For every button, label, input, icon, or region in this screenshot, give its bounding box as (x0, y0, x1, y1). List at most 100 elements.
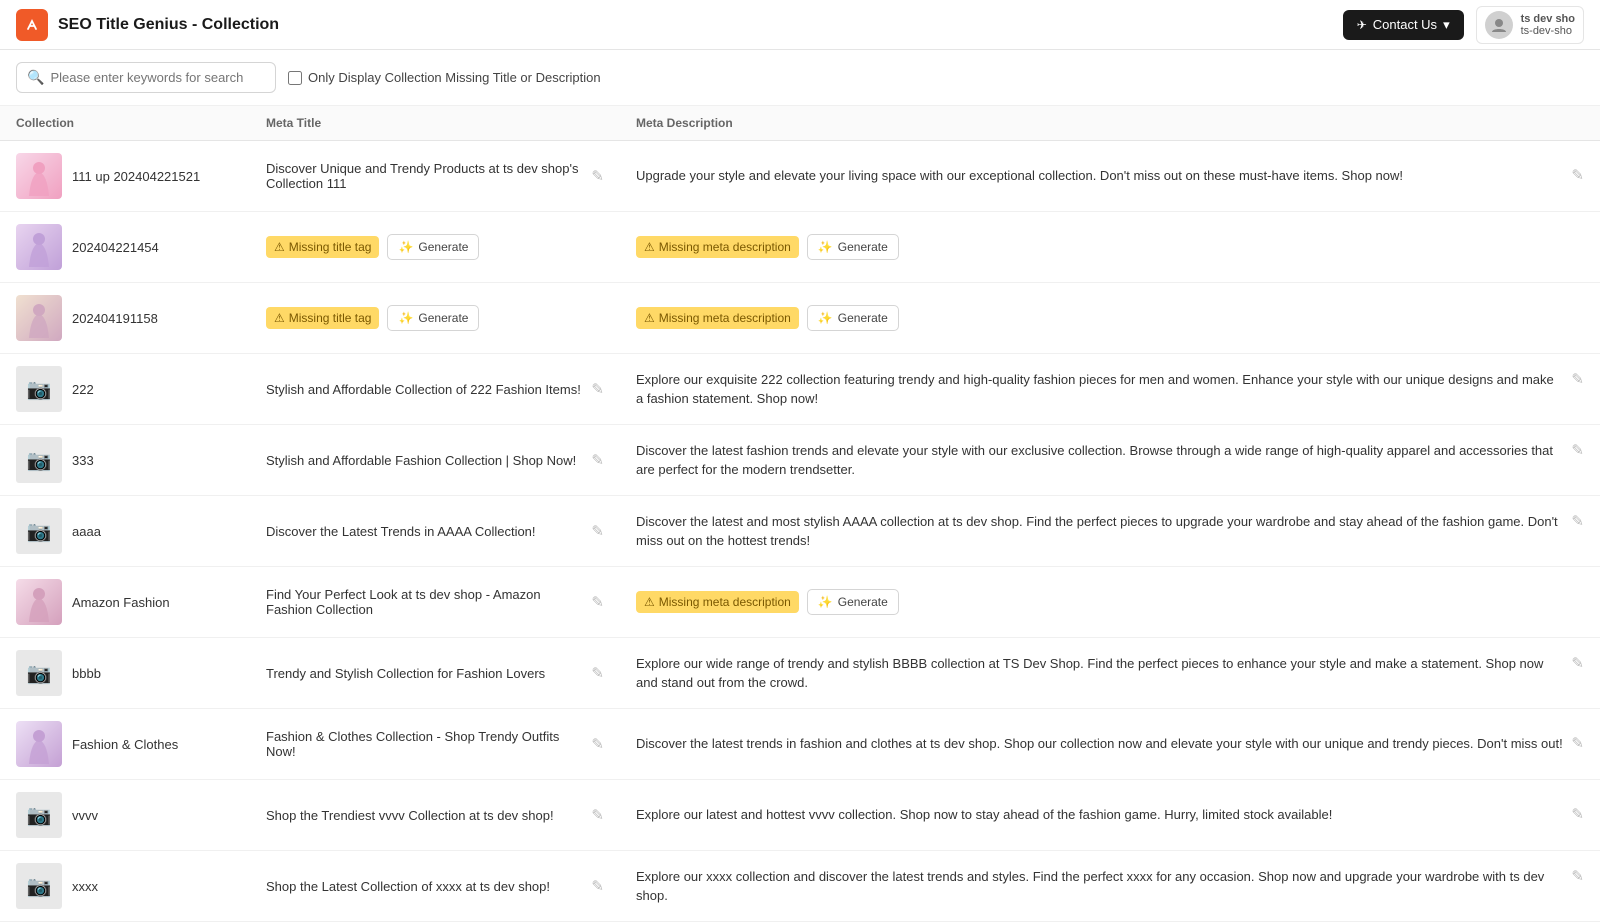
edit-title-icon[interactable]: ✎ (591, 877, 604, 895)
edit-title-icon[interactable]: ✎ (591, 664, 604, 682)
edit-title-icon[interactable]: ✎ (591, 593, 604, 611)
missing-title-badge: ⚠ Missing title tag (266, 236, 379, 258)
user-badge[interactable]: ts dev sho ts-dev-sho (1476, 6, 1584, 44)
product-image (16, 295, 62, 341)
send-icon: ✈ (1357, 18, 1367, 32)
edit-desc-icon[interactable]: ✎ (1571, 166, 1584, 184)
filter-checkbox[interactable] (288, 71, 302, 85)
avatar (1485, 11, 1513, 39)
table-row: 📷 vvvv Shop the Trendiest vvvv Collectio… (0, 780, 1600, 851)
meta-title-text: Fashion & Clothes Collection - Shop Tren… (266, 729, 583, 759)
sparkle-icon: ✨ (818, 311, 833, 325)
collections-table: Collection Meta Title Meta Description 1… (0, 106, 1600, 922)
edit-desc-icon[interactable]: ✎ (1571, 734, 1584, 752)
placeholder-image: 📷 (16, 863, 62, 909)
edit-desc-icon[interactable]: ✎ (1571, 805, 1584, 823)
meta-title-missing-group: ⚠ Missing title tag ✨ Generate (266, 305, 604, 331)
meta-title-text: Trendy and Stylish Collection for Fashio… (266, 666, 583, 681)
edit-title-icon[interactable]: ✎ (591, 522, 604, 540)
product-image (16, 153, 62, 199)
meta-title-text: Find Your Perfect Look at ts dev shop - … (266, 587, 583, 617)
warning-icon: ⚠ (274, 311, 285, 325)
meta-title-text: Stylish and Affordable Fashion Collectio… (266, 453, 583, 468)
edit-title-icon[interactable]: ✎ (591, 735, 604, 753)
table-row: 111 up 202404221521 Discover Unique and … (0, 141, 1600, 212)
edit-title-icon[interactable]: ✎ (591, 806, 604, 824)
search-icon: 🔍 (27, 69, 44, 86)
edit-title-icon[interactable]: ✎ (591, 167, 604, 185)
meta-desc-cell: Upgrade your style and elevate your livi… (636, 166, 1584, 186)
search-wrapper[interactable]: 🔍 (16, 62, 276, 93)
table-row: Amazon Fashion Find Your Perfect Look at… (0, 567, 1600, 638)
meta-desc-cell: Discover the latest fashion trends and e… (636, 441, 1584, 480)
collection-name: aaaa (72, 524, 101, 539)
collection-cell: 111 up 202404221521 (16, 153, 234, 199)
filter-label: Only Display Collection Missing Title or… (308, 70, 601, 85)
placeholder-image: 📷 (16, 508, 62, 554)
product-image (16, 721, 62, 767)
generate-desc-button[interactable]: ✨ Generate (807, 305, 899, 331)
meta-title-cell: Trendy and Stylish Collection for Fashio… (266, 664, 604, 682)
meta-desc-cell: Explore our latest and hottest vvvv coll… (636, 805, 1584, 825)
header: SEO Title Genius - Collection ✈ Contact … (0, 0, 1600, 50)
warning-icon: ⚠ (644, 595, 655, 609)
meta-title-cell: Discover the Latest Trends in AAAA Colle… (266, 522, 604, 540)
meta-title-cell: Shop the Latest Collection of xxxx at ts… (266, 877, 604, 895)
chevron-down-icon: ▾ (1443, 17, 1450, 33)
meta-title-cell: Find Your Perfect Look at ts dev shop - … (266, 587, 604, 617)
collection-name: xxxx (72, 879, 98, 894)
table-row: 202404221454 ⚠ Missing title tag ✨ Gener… (0, 212, 1600, 283)
meta-desc-cell: Discover the latest trends in fashion an… (636, 734, 1584, 754)
meta-desc-text: Discover the latest trends in fashion an… (636, 734, 1563, 754)
edit-desc-icon[interactable]: ✎ (1571, 654, 1584, 672)
meta-title-cell: Stylish and Affordable Collection of 222… (266, 380, 604, 398)
generate-desc-button[interactable]: ✨ Generate (807, 589, 899, 615)
meta-desc-missing-group: ⚠ Missing meta description ✨ Generate (636, 234, 1584, 260)
generate-title-button[interactable]: ✨ Generate (387, 305, 479, 331)
search-input[interactable] (50, 70, 265, 85)
meta-desc-missing-group: ⚠ Missing meta description ✨ Generate (636, 305, 1584, 331)
meta-title-text: Shop the Trendiest vvvv Collection at ts… (266, 808, 583, 823)
collection-name: vvvv (72, 808, 98, 823)
missing-desc-badge: ⚠ Missing meta description (636, 307, 799, 329)
placeholder-image: 📷 (16, 437, 62, 483)
header-left: SEO Title Genius - Collection (16, 9, 279, 41)
product-image (16, 224, 62, 270)
generate-title-button[interactable]: ✨ Generate (387, 234, 479, 260)
meta-title-text: Stylish and Affordable Collection of 222… (266, 382, 583, 397)
meta-desc-cell: Explore our wide range of trendy and sty… (636, 654, 1584, 693)
sparkle-icon: ✨ (398, 311, 413, 325)
meta-desc-text: Discover the latest and most stylish AAA… (636, 512, 1563, 551)
edit-desc-icon[interactable]: ✎ (1571, 370, 1584, 388)
col-header-meta-title: Meta Title (250, 106, 620, 141)
header-right: ✈ Contact Us ▾ ts dev sho ts-dev-sho (1343, 6, 1584, 44)
edit-desc-icon[interactable]: ✎ (1571, 441, 1584, 459)
collection-cell: 📷 333 (16, 437, 234, 483)
collection-cell: 📷 bbbb (16, 650, 234, 696)
edit-desc-icon[interactable]: ✎ (1571, 512, 1584, 530)
meta-desc-text: Explore our latest and hottest vvvv coll… (636, 805, 1563, 825)
generate-desc-button[interactable]: ✨ Generate (807, 234, 899, 260)
edit-title-icon[interactable]: ✎ (591, 380, 604, 398)
table-row: 📷 xxxx Shop the Latest Collection of xxx… (0, 851, 1600, 922)
collection-name: 202404221454 (72, 240, 159, 255)
edit-desc-icon[interactable]: ✎ (1571, 867, 1584, 885)
collection-cell: 📷 vvvv (16, 792, 234, 838)
product-image (16, 579, 62, 625)
col-header-meta-desc: Meta Description (620, 106, 1600, 141)
toolbar: 🔍 Only Display Collection Missing Title … (0, 50, 1600, 106)
collection-name: Amazon Fashion (72, 595, 170, 610)
sparkle-icon: ✨ (818, 595, 833, 609)
edit-title-icon[interactable]: ✎ (591, 451, 604, 469)
collection-cell: Amazon Fashion (16, 579, 234, 625)
filter-checkbox-wrapper[interactable]: Only Display Collection Missing Title or… (288, 70, 601, 85)
contact-us-button[interactable]: ✈ Contact Us ▾ (1343, 10, 1464, 40)
collection-name: bbbb (72, 666, 101, 681)
collection-cell: Fashion & Clothes (16, 721, 234, 767)
placeholder-image: 📷 (16, 366, 62, 412)
table-row: Fashion & Clothes Fashion & Clothes Coll… (0, 709, 1600, 780)
meta-title-text: Discover Unique and Trendy Products at t… (266, 161, 583, 191)
collection-cell: 📷 aaaa (16, 508, 234, 554)
placeholder-image: 📷 (16, 792, 62, 838)
table-row: 📷 bbbb Trendy and Stylish Collection for… (0, 638, 1600, 709)
